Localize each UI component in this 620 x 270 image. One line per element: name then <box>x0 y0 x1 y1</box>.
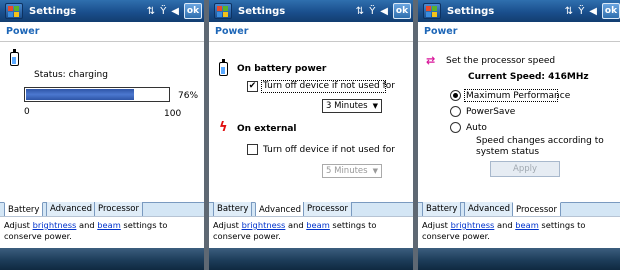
tab-advanced[interactable]: Advanced <box>464 202 514 217</box>
title-bar: Settings ⇅ Ÿ ◀ ok <box>0 0 204 22</box>
app-title: Settings <box>238 5 286 17</box>
page-title: Power <box>209 22 413 42</box>
option-powersave[interactable]: PowerSave <box>466 107 515 117</box>
external-timeout-dropdown[interactable]: 5 Minutes ▼ <box>322 164 382 178</box>
scale-max: 100 <box>164 109 182 119</box>
start-menu-icon[interactable] <box>214 3 232 19</box>
external-turnoff-checkbox[interactable] <box>247 144 258 155</box>
connectivity-icon[interactable]: ⇅ <box>565 6 573 17</box>
tab-advanced[interactable]: Advanced <box>255 202 305 217</box>
footer-help: Adjust brightness and beam settings to co… <box>209 216 413 248</box>
battery-percent: 76% <box>178 91 199 101</box>
settings-screen-advanced: Settings ⇅ Ÿ ◀ ok Power On battery power… <box>209 0 413 270</box>
signal-icon[interactable]: Ÿ <box>578 6 584 17</box>
footer-text: settings to <box>120 220 168 230</box>
footer-text: conserve power. <box>422 231 490 241</box>
chevron-down-icon: ▼ <box>372 167 378 175</box>
radio-maximum-performance[interactable] <box>450 90 461 101</box>
page-title: Power <box>0 22 204 42</box>
start-menu-icon[interactable] <box>5 3 23 19</box>
chevron-down-icon: ▼ <box>372 102 378 110</box>
external-turnoff-label[interactable]: Turn off device if not used for <box>263 145 395 155</box>
volume-icon[interactable]: ◀ <box>171 6 179 17</box>
cpu-speed-icon: ⇄ <box>426 54 436 67</box>
dropdown-value: 3 Minutes <box>326 101 368 111</box>
beam-link[interactable]: beam <box>97 220 121 230</box>
set-speed-label: Set the processor speed <box>446 56 556 66</box>
connectivity-icon[interactable]: ⇅ <box>356 6 364 17</box>
brightness-link[interactable]: brightness <box>33 220 77 230</box>
footer-text: Adjust <box>422 220 451 230</box>
footer-text: conserve power. <box>4 231 72 241</box>
tab-processor[interactable]: Processor <box>303 202 352 217</box>
start-menu-icon[interactable] <box>423 3 441 19</box>
battery-status: Status: charging <box>34 70 108 80</box>
option-auto[interactable]: Auto <box>466 123 487 133</box>
battery-turnoff-label[interactable]: Turn off device if not used for <box>263 81 395 91</box>
tab-processor[interactable]: Processor <box>512 202 561 217</box>
beam-link[interactable]: beam <box>306 220 330 230</box>
footer-text: settings to <box>538 220 586 230</box>
softkey-bar <box>209 248 413 270</box>
dropdown-value: 5 Minutes <box>326 166 368 176</box>
footer-text: settings to <box>329 220 377 230</box>
lightning-icon: ϟ <box>219 120 228 135</box>
footer-text: and <box>76 220 98 230</box>
tab-bar: Battery Advanced Processor <box>209 202 413 217</box>
tab-advanced[interactable]: Advanced <box>46 202 96 217</box>
title-bar: Settings ⇅ Ÿ ◀ ok <box>418 0 620 22</box>
tab-bar: Battery Advanced Processor <box>0 202 204 217</box>
ok-button[interactable]: ok <box>602 3 620 19</box>
auto-note: system status <box>476 147 540 157</box>
battery-section-title: On battery power <box>237 64 327 74</box>
app-title: Settings <box>447 5 495 17</box>
brightness-link[interactable]: brightness <box>451 220 495 230</box>
ok-button[interactable]: ok <box>184 3 202 19</box>
ok-button[interactable]: ok <box>393 3 411 19</box>
tab-processor[interactable]: Processor <box>94 202 143 217</box>
signal-icon[interactable]: Ÿ <box>369 6 375 17</box>
settings-screen-battery: Settings ⇅ Ÿ ◀ ok Power Status: charging… <box>0 0 204 270</box>
settings-screen-processor: Settings ⇅ Ÿ ◀ ok Power ⇄ Set the proces… <box>418 0 620 270</box>
volume-icon[interactable]: ◀ <box>380 6 388 17</box>
apply-button[interactable]: Apply <box>490 161 560 177</box>
app-title: Settings <box>29 5 77 17</box>
tab-battery[interactable]: Battery <box>4 202 44 217</box>
tab-battery[interactable]: Battery <box>213 202 253 217</box>
battery-icon <box>10 49 19 66</box>
auto-note: Speed changes according to <box>476 136 604 146</box>
radio-auto[interactable] <box>450 122 461 133</box>
battery-level-bar <box>24 87 170 102</box>
brightness-link[interactable]: brightness <box>242 220 286 230</box>
footer-help: Adjust brightness and beam settings to co… <box>0 216 204 248</box>
battery-icon <box>219 59 228 76</box>
external-section-title: On external <box>237 124 297 134</box>
tab-battery[interactable]: Battery <box>422 202 462 217</box>
battery-timeout-dropdown[interactable]: 3 Minutes ▼ <box>322 99 382 113</box>
check-mark-icon: ✔ <box>248 81 257 91</box>
radio-powersave[interactable] <box>450 106 461 117</box>
option-maximum-performance[interactable]: Maximum Performance <box>466 91 570 101</box>
page-title: Power <box>418 22 620 42</box>
title-bar: Settings ⇅ Ÿ ◀ ok <box>209 0 413 22</box>
beam-link[interactable]: beam <box>515 220 539 230</box>
current-speed: Current Speed: 416MHz <box>468 72 589 82</box>
footer-text: Adjust <box>4 220 33 230</box>
connectivity-icon[interactable]: ⇅ <box>147 6 155 17</box>
signal-icon[interactable]: Ÿ <box>160 6 166 17</box>
footer-text: and <box>494 220 516 230</box>
volume-icon[interactable]: ◀ <box>589 6 597 17</box>
footer-text: Adjust <box>213 220 242 230</box>
battery-turnoff-checkbox[interactable]: ✔ <box>247 81 258 92</box>
softkey-bar <box>418 248 620 270</box>
scale-min: 0 <box>24 107 30 117</box>
footer-text: conserve power. <box>213 231 281 241</box>
softkey-bar <box>0 248 204 270</box>
battery-level-fill <box>26 89 134 100</box>
tab-bar: Battery Advanced Processor <box>418 202 620 217</box>
footer-text: and <box>285 220 307 230</box>
footer-help: Adjust brightness and beam settings to co… <box>418 216 620 248</box>
